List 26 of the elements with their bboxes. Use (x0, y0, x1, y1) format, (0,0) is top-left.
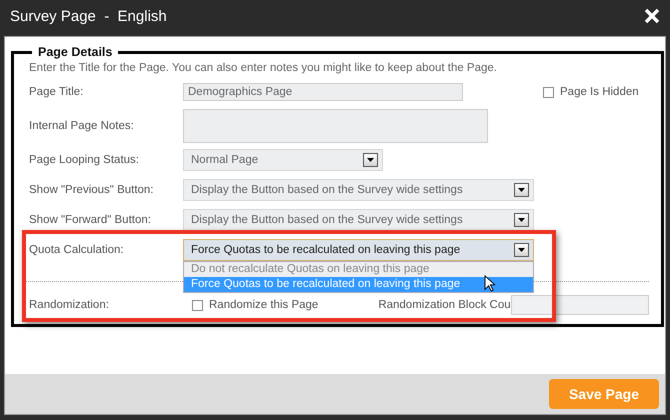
dropdown-field[interactable]: Force Quotas to be recalculated on leaving this page (183, 239, 534, 261)
field-label: Randomization: (28, 299, 110, 311)
section-description: Enter the Title for the Page. You can also enter notes you might like to keep about the Page. (29, 61, 498, 76)
field-label: Randomization Block Cou (378, 299, 511, 311)
checkbox[interactable] (543, 86, 554, 98)
checkbox-label: Page Is Hidden (560, 86, 639, 98)
dropdown-field[interactable]: Normal Page (183, 149, 383, 171)
section-legend: Page Details (32, 45, 118, 59)
dropdown-option[interactable]: Force Quotas to be recalculated on leaving this page (184, 277, 533, 292)
dropdown-option[interactable]: Do not recalculate Quotas on leaving this page (184, 262, 533, 277)
field-label: Page Looping Status: (28, 154, 140, 166)
text-field[interactable] (510, 295, 649, 315)
field-label: Show "Forward" Button: (28, 214, 152, 226)
text-field[interactable]: Demographics Page (183, 83, 463, 101)
field-label: Page Title: (28, 86, 84, 98)
field-label: Quota Calculation: (28, 244, 125, 256)
close-icon[interactable] (644, 8, 660, 24)
field-label: Show "Previous" Button: (28, 184, 155, 196)
mouse-pointer-icon (484, 275, 495, 292)
field-label: Internal Page Notes: (28, 120, 135, 132)
dropdown-field[interactable]: Display the Button based on the Survey wide settings (183, 209, 534, 231)
notes-field[interactable] (183, 109, 488, 143)
checkbox-label: Randomize this Page (209, 299, 318, 311)
dropdown-field[interactable]: Display the Button based on the Survey wide settings (183, 179, 534, 201)
checkbox[interactable] (192, 300, 203, 310)
window-title: Survey Page - English (10, 8, 167, 24)
